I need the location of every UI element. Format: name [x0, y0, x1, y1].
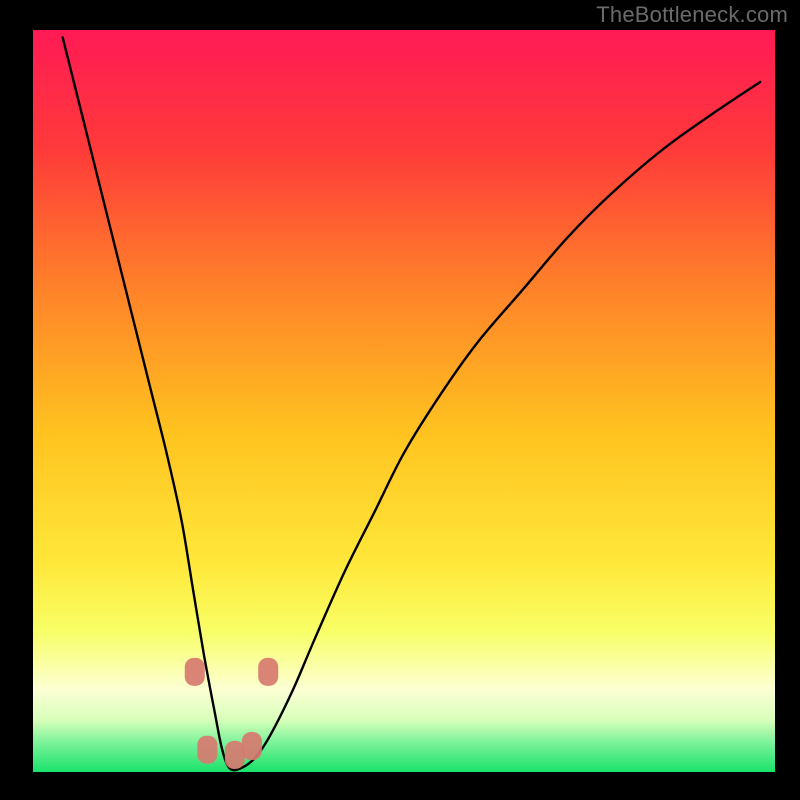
marker-4 [258, 658, 278, 686]
chart-frame: TheBottleneck.com [0, 0, 800, 800]
marker-0 [185, 658, 205, 686]
watermark-text: TheBottleneck.com [596, 2, 788, 28]
marker-3 [242, 732, 262, 760]
chart-svg [0, 0, 800, 800]
plot-area [33, 30, 775, 772]
marker-2 [225, 741, 245, 769]
marker-1 [197, 736, 217, 764]
